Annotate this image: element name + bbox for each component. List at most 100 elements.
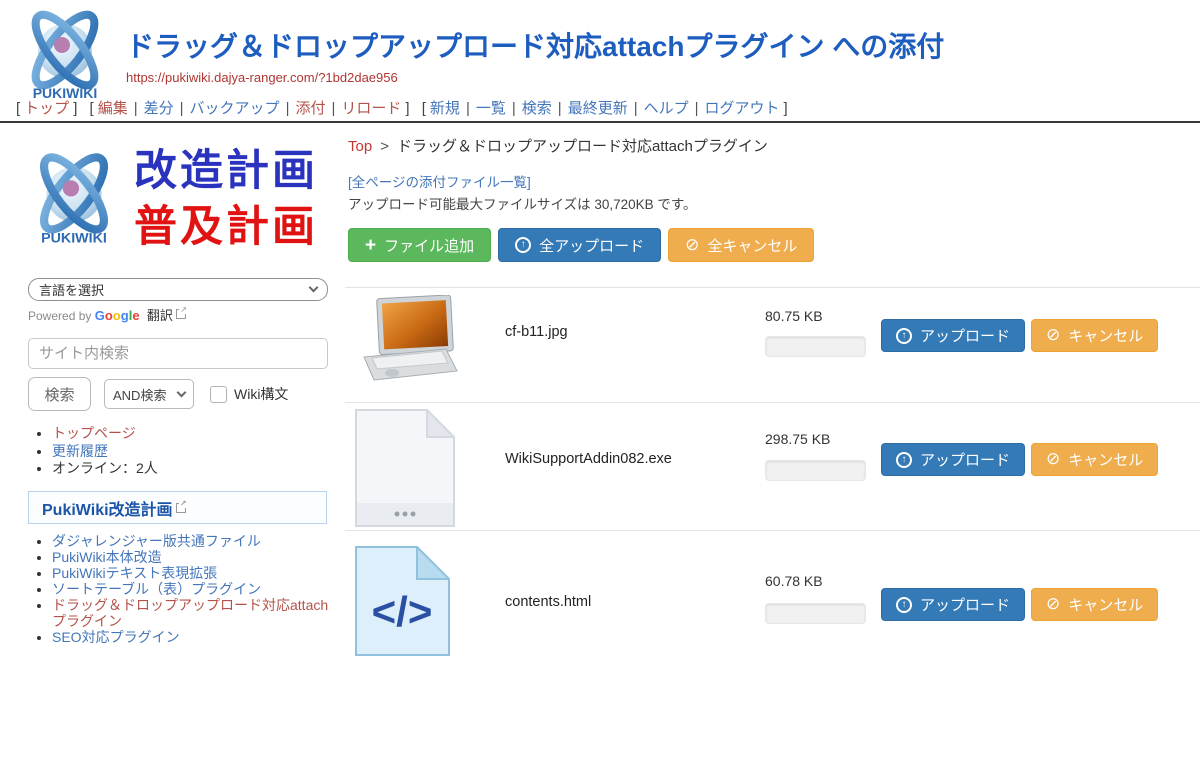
nav-search[interactable]: 検索 [522, 100, 552, 117]
sidebar-item-dragdrop-attach[interactable]: ドラッグ＆ドロップアップロード対応attachプラグイン [52, 597, 328, 629]
pipe: | [466, 100, 470, 117]
sidebar-site-logo[interactable]: PUKIWIKI 改造計画 普及計画 [20, 135, 318, 259]
nav-recent[interactable]: 最終更新 [568, 100, 628, 117]
breadcrumb-home-link[interactable]: Top [348, 138, 372, 155]
cancel-label: キャンセル [1068, 594, 1143, 615]
breadcrumb: Top > ドラッグ＆ドロップアップロード対応attachプラグイン [348, 135, 768, 156]
sidebar-item-sort-table[interactable]: ソートテーブル（表）プラグイン [52, 581, 261, 597]
header-divider [0, 121, 1200, 123]
upload-circle-icon: ↑ [896, 597, 912, 613]
logo-wordmark: PUKIWIKI [41, 230, 107, 246]
sidebar-item-seo-plugin[interactable]: SEO対応プラグイン [52, 629, 180, 645]
upload-circle-icon: ↑ [515, 237, 531, 253]
search-button[interactable]: 検索 [28, 377, 91, 411]
page-url-link[interactable]: https://pukiwiki.dajya-ranger.com/?1bd2d… [126, 70, 398, 85]
file-row-actions: ↑ アップロード ⊘ キャンセル [881, 588, 1158, 621]
plus-icon: + [365, 236, 376, 255]
pipe: | [180, 100, 184, 117]
upload-button[interactable]: ↑ アップロード [881, 443, 1025, 476]
wiki-syntax-checkbox[interactable] [210, 386, 227, 403]
language-select[interactable]: 言語を選択 [28, 278, 328, 301]
breadcrumb-current: ドラッグ＆ドロップアップロード対応attachプラグイン [397, 138, 768, 155]
search-mode-select[interactable]: AND検索 [104, 379, 194, 409]
external-link-icon [176, 309, 186, 319]
nav-new[interactable]: 新規 [430, 100, 460, 117]
external-link-icon [176, 503, 186, 513]
site-search-input[interactable] [28, 338, 328, 369]
file-row: cf-b11.jpg 80.75 KB ↑ アップロード ⊘ キャンセル [345, 287, 1200, 402]
upload-progress-bar [765, 460, 866, 481]
upload-all-button[interactable]: ↑ 全アップロード [498, 228, 661, 262]
upload-label: アップロード [920, 449, 1010, 470]
upload-circle-icon: ↑ [896, 452, 912, 468]
list-item: PukiWikiテキスト表現拡張 [52, 565, 330, 581]
nav-help[interactable]: ヘルプ [644, 100, 689, 117]
chevron-down-icon [309, 283, 319, 293]
cancel-all-button[interactable]: ⊘ 全キャンセル [668, 228, 814, 262]
search-controls: 検索 AND検索 Wiki構文 [28, 377, 288, 411]
pipe: | [558, 100, 562, 117]
file-size: 60.78 KB [765, 573, 823, 589]
cancel-label: キャンセル [1068, 449, 1143, 470]
pipe: | [695, 100, 699, 117]
upload-circle-icon: ↑ [896, 328, 912, 344]
nav-logout[interactable]: ログアウト [705, 100, 780, 117]
generic-file-icon [355, 409, 455, 532]
nav-diff[interactable]: 差分 [144, 100, 174, 117]
list-item: 更新履歴 [52, 443, 328, 461]
upload-button[interactable]: ↑ アップロード [881, 588, 1025, 621]
language-select-value: 言語を選択 [39, 280, 104, 299]
sidebar-item-common-files[interactable]: ダジャレンジャー版共通ファイル [52, 533, 261, 549]
pukiwiki-logo[interactable]: PUKIWIKI [12, 5, 118, 102]
nav-edit[interactable]: 編集 [98, 100, 128, 117]
upload-label: アップロード [920, 325, 1010, 346]
atom-icon: PUKIWIKI [12, 5, 118, 102]
nav-reload[interactable]: リロード [341, 100, 401, 117]
nav-backup[interactable]: バックアップ [190, 100, 280, 117]
sidebar-item-text-extension[interactable]: PukiWikiテキスト表現拡張 [52, 565, 217, 581]
file-row-actions: ↑ アップロード ⊘ キャンセル [881, 319, 1158, 352]
pipe: | [134, 100, 138, 117]
sidebar: PUKIWIKI 改造計画 普及計画 言語を選択 Powered by Goog… [10, 130, 345, 630]
sidebar-item-top-page[interactable]: トップページ [52, 425, 136, 441]
sidebar-item-recent-changes[interactable]: 更新履歴 [52, 443, 108, 459]
upload-progress-bar [765, 603, 866, 624]
cancel-all-label: 全キャンセル [707, 235, 797, 256]
list-item: オンライン：2人 [52, 460, 328, 478]
list-item: ダジャレンジャー版共通ファイル [52, 533, 330, 549]
add-file-button[interactable]: + ファイル追加 [348, 228, 491, 262]
cancel-button[interactable]: ⊘ キャンセル [1031, 443, 1158, 476]
html-file-icon: </> [355, 546, 450, 661]
breadcrumb-separator: > [380, 138, 389, 155]
translate-link[interactable]: 翻訳 [147, 308, 173, 323]
list-item: SEO対応プラグイン [52, 629, 330, 645]
file-size: 298.75 KB [765, 431, 830, 447]
pipe: | [634, 100, 638, 117]
online-count: オンライン：2人 [52, 460, 158, 476]
upload-button[interactable]: ↑ アップロード [881, 319, 1025, 352]
nav-top[interactable]: トップ [24, 100, 69, 117]
google-logo: Google [95, 308, 140, 323]
file-name: cf-b11.jpg [505, 324, 568, 340]
bracket: [ [16, 100, 20, 117]
ban-icon: ⊘ [1046, 327, 1060, 344]
top-navigation: [トップ] [編集|差分|バックアップ|添付|リロード] [新規|一覧|検索|最… [12, 97, 792, 118]
upload-toolbar: + ファイル追加 ↑ 全アップロード ⊘ 全キャンセル [348, 228, 814, 262]
sidebar-section-heading[interactable]: PukiWiki改造計画 [28, 491, 327, 524]
cancel-label: キャンセル [1068, 325, 1143, 346]
bracket: ] [784, 100, 788, 117]
max-upload-size-text: アップロード可能最大ファイルサイズは 30,720KB です。 [348, 193, 697, 213]
file-row: WikiSupportAddin082.exe 298.75 KB ↑ アップロ… [345, 402, 1200, 530]
bracket: ] [73, 100, 77, 117]
list-item: トップページ [52, 425, 328, 443]
upload-label: アップロード [920, 594, 1010, 615]
nav-list[interactable]: 一覧 [476, 100, 506, 117]
cancel-button[interactable]: ⊘ キャンセル [1031, 319, 1158, 352]
list-item: PukiWiki本体改造 [52, 549, 330, 565]
all-attachments-link[interactable]: [全ページの添付ファイル一覧] [348, 171, 531, 191]
cancel-button[interactable]: ⊘ キャンセル [1031, 588, 1158, 621]
nav-attach[interactable]: 添付 [295, 100, 325, 117]
sidebar-item-core-mods[interactable]: PukiWiki本体改造 [52, 549, 162, 565]
section-heading-label: PukiWiki改造計画 [42, 496, 173, 520]
upload-all-label: 全アップロード [539, 235, 644, 256]
